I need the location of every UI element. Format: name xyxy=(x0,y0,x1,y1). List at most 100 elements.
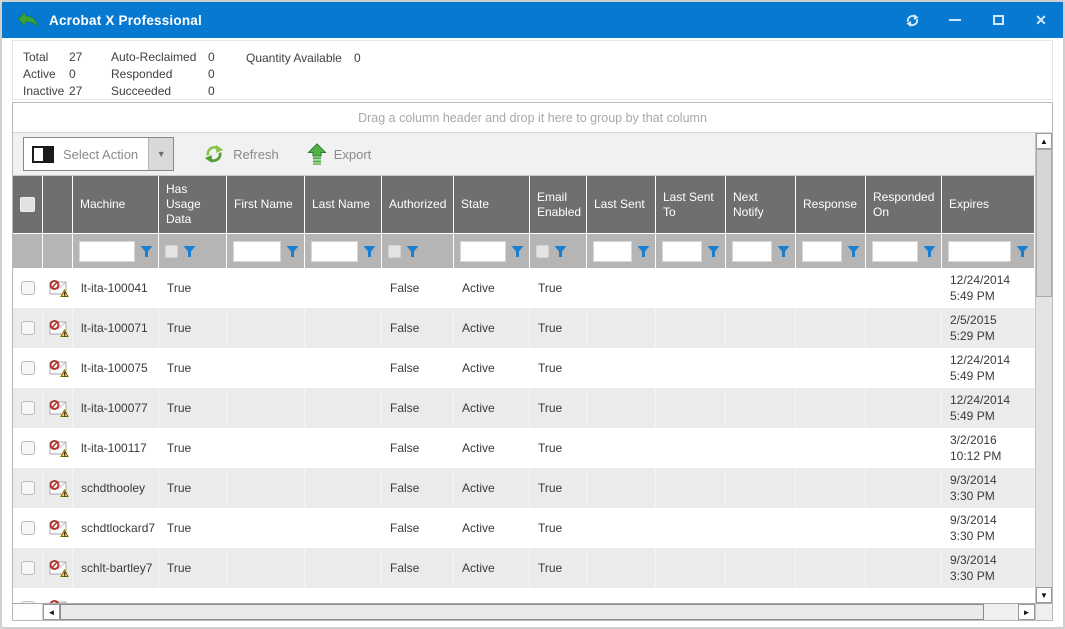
column-header-state[interactable]: State xyxy=(454,176,530,233)
last_name-filter-input[interactable] xyxy=(311,241,358,262)
cell-text: Active xyxy=(462,521,495,535)
cell-response xyxy=(796,508,866,548)
column-header-expires[interactable]: Expires xyxy=(942,176,1035,233)
funnel-icon[interactable] xyxy=(286,245,299,258)
state-filter-input[interactable] xyxy=(460,241,506,262)
maximize-icon[interactable] xyxy=(990,12,1006,28)
minimize-icon[interactable] xyxy=(947,12,963,28)
funnel-icon[interactable] xyxy=(777,245,790,258)
column-header-responded_on[interactable]: Responded On xyxy=(866,176,942,233)
row-checkbox[interactable] xyxy=(21,321,35,335)
filter-cell-last_sent_to xyxy=(656,234,726,268)
funnel-icon[interactable] xyxy=(511,245,524,258)
last_sent_to-filter-input[interactable] xyxy=(662,241,702,262)
stat-value: 0 xyxy=(354,51,374,65)
select-action-button[interactable]: Select Action ▼ xyxy=(23,137,174,171)
cell-expires: 9/3/20143:30 PM xyxy=(942,508,1035,548)
scrollbar-corner xyxy=(1036,603,1052,620)
has_usage_data-filter-checkbox[interactable] xyxy=(165,245,178,258)
funnel-icon[interactable] xyxy=(1016,245,1029,258)
funnel-icon[interactable] xyxy=(140,245,153,258)
next_notify-filter-input[interactable] xyxy=(732,241,772,262)
email_enabled-filter-checkbox[interactable] xyxy=(536,245,549,258)
cell-icon xyxy=(43,508,73,548)
cell-email_enabled: True xyxy=(530,308,587,348)
column-header-last_sent[interactable]: Last Sent xyxy=(587,176,656,233)
table-row[interactable]: lt-ita-100077TrueFalseActiveTrue12/24/20… xyxy=(13,388,1035,428)
table-row[interactable]: lt-ita-100117TrueFalseActiveTrue3/2/2016… xyxy=(13,428,1035,468)
table-row[interactable]: schdtlockard7TrueFalseActiveTrue9/3/2014… xyxy=(13,508,1035,548)
column-header-select[interactable] xyxy=(13,176,43,233)
funnel-icon[interactable] xyxy=(923,245,936,258)
filter-cell-authorized xyxy=(382,234,454,268)
filter-cell-icon xyxy=(43,234,73,268)
hscrollbar-track[interactable] xyxy=(984,604,1018,620)
responded_on-filter-input[interactable] xyxy=(872,241,918,262)
column-header-has_usage_data[interactable]: Has Usage Data xyxy=(159,176,227,233)
stat-value: 27 xyxy=(69,84,99,98)
scroll-left-arrow[interactable]: ◄ xyxy=(43,604,60,620)
funnel-icon[interactable] xyxy=(707,245,720,258)
cell-state: Active xyxy=(454,388,530,428)
expires-date: 12/24/2014 xyxy=(950,272,1010,288)
cell-text: True xyxy=(167,561,191,575)
funnel-icon[interactable] xyxy=(406,245,419,258)
column-header-machine[interactable]: Machine xyxy=(73,176,159,233)
scroll-right-arrow[interactable]: ► xyxy=(1018,604,1035,620)
cell-expires: 12/24/20145:49 PM xyxy=(942,268,1035,308)
vscrollbar-thumb[interactable] xyxy=(1036,149,1052,297)
cell-next_notify xyxy=(726,508,796,548)
refresh-icon[interactable] xyxy=(904,12,920,28)
funnel-icon[interactable] xyxy=(554,245,567,258)
table-row[interactable]: lt-ita-100071TrueFalseActiveTrue2/5/2015… xyxy=(13,308,1035,348)
column-header-label: Authorized xyxy=(389,197,446,212)
last_sent-filter-input[interactable] xyxy=(593,241,632,262)
column-header-next_notify[interactable]: Next Notify xyxy=(726,176,796,233)
funnel-icon[interactable] xyxy=(183,245,196,258)
refresh-button[interactable]: Refresh xyxy=(202,143,279,165)
column-header-email_enabled[interactable]: Email Enabled xyxy=(530,176,587,233)
machine-filter-input[interactable] xyxy=(79,241,135,262)
select-action-dropdown-arrow[interactable]: ▼ xyxy=(148,138,173,170)
expires-filter-input[interactable] xyxy=(948,241,1011,262)
first_name-filter-input[interactable] xyxy=(233,241,281,262)
scroll-up-arrow[interactable]: ▲ xyxy=(1036,133,1052,149)
column-header-response[interactable]: Response xyxy=(796,176,866,233)
scroll-down-arrow[interactable]: ▼ xyxy=(1036,587,1052,603)
cell-icon xyxy=(43,348,73,388)
row-checkbox[interactable] xyxy=(21,281,35,295)
response-filter-input[interactable] xyxy=(802,241,842,262)
cell-next_notify xyxy=(726,388,796,428)
table-row[interactable]: lt-ita-100075TrueFalseActiveTrue12/24/20… xyxy=(13,348,1035,388)
column-header-first_name[interactable]: First Name xyxy=(227,176,305,233)
funnel-icon[interactable] xyxy=(637,245,650,258)
hscrollbar-thumb[interactable] xyxy=(60,604,984,620)
vertical-scrollbar[interactable]: ▲ ▼ xyxy=(1035,133,1052,620)
table-row[interactable]: lt-ita-100041TrueFalseActiveTrue12/24/20… xyxy=(13,268,1035,308)
table-row[interactable]: schdthooleyTrueFalseActiveTrue9/3/20143:… xyxy=(13,468,1035,508)
select-all-checkbox[interactable] xyxy=(20,197,35,212)
row-checkbox[interactable] xyxy=(21,521,35,535)
export-button[interactable]: Export xyxy=(307,143,372,165)
vscrollbar-track[interactable] xyxy=(1036,297,1052,587)
funnel-icon[interactable] xyxy=(363,245,376,258)
close-icon[interactable]: ✕ xyxy=(1033,12,1049,28)
row-checkbox[interactable] xyxy=(21,361,35,375)
cell-text: True xyxy=(538,281,562,295)
table-row[interactable]: schlt-barrow7TrueFalseActiveTrue10/27/20… xyxy=(13,588,1035,603)
table-row[interactable]: schlt-bartley7TrueFalseActiveTrue9/3/201… xyxy=(13,548,1035,588)
funnel-icon[interactable] xyxy=(847,245,860,258)
column-header-last_sent_to[interactable]: Last Sent To xyxy=(656,176,726,233)
cell-has_usage_data: True xyxy=(159,268,227,308)
row-checkbox[interactable] xyxy=(21,401,35,415)
cell-last_sent xyxy=(587,348,656,388)
row-checkbox[interactable] xyxy=(21,561,35,575)
horizontal-scrollbar[interactable]: ◄ ► xyxy=(13,603,1035,620)
row-checkbox[interactable] xyxy=(21,441,35,455)
row-checkbox[interactable] xyxy=(21,481,35,495)
authorized-filter-checkbox[interactable] xyxy=(388,245,401,258)
group-by-drop-zone[interactable]: Drag a column header and drop it here to… xyxy=(13,103,1052,133)
column-header-authorized[interactable]: Authorized xyxy=(382,176,454,233)
column-header-last_name[interactable]: Last Name xyxy=(305,176,382,233)
export-up-arrow-icon xyxy=(307,143,327,165)
